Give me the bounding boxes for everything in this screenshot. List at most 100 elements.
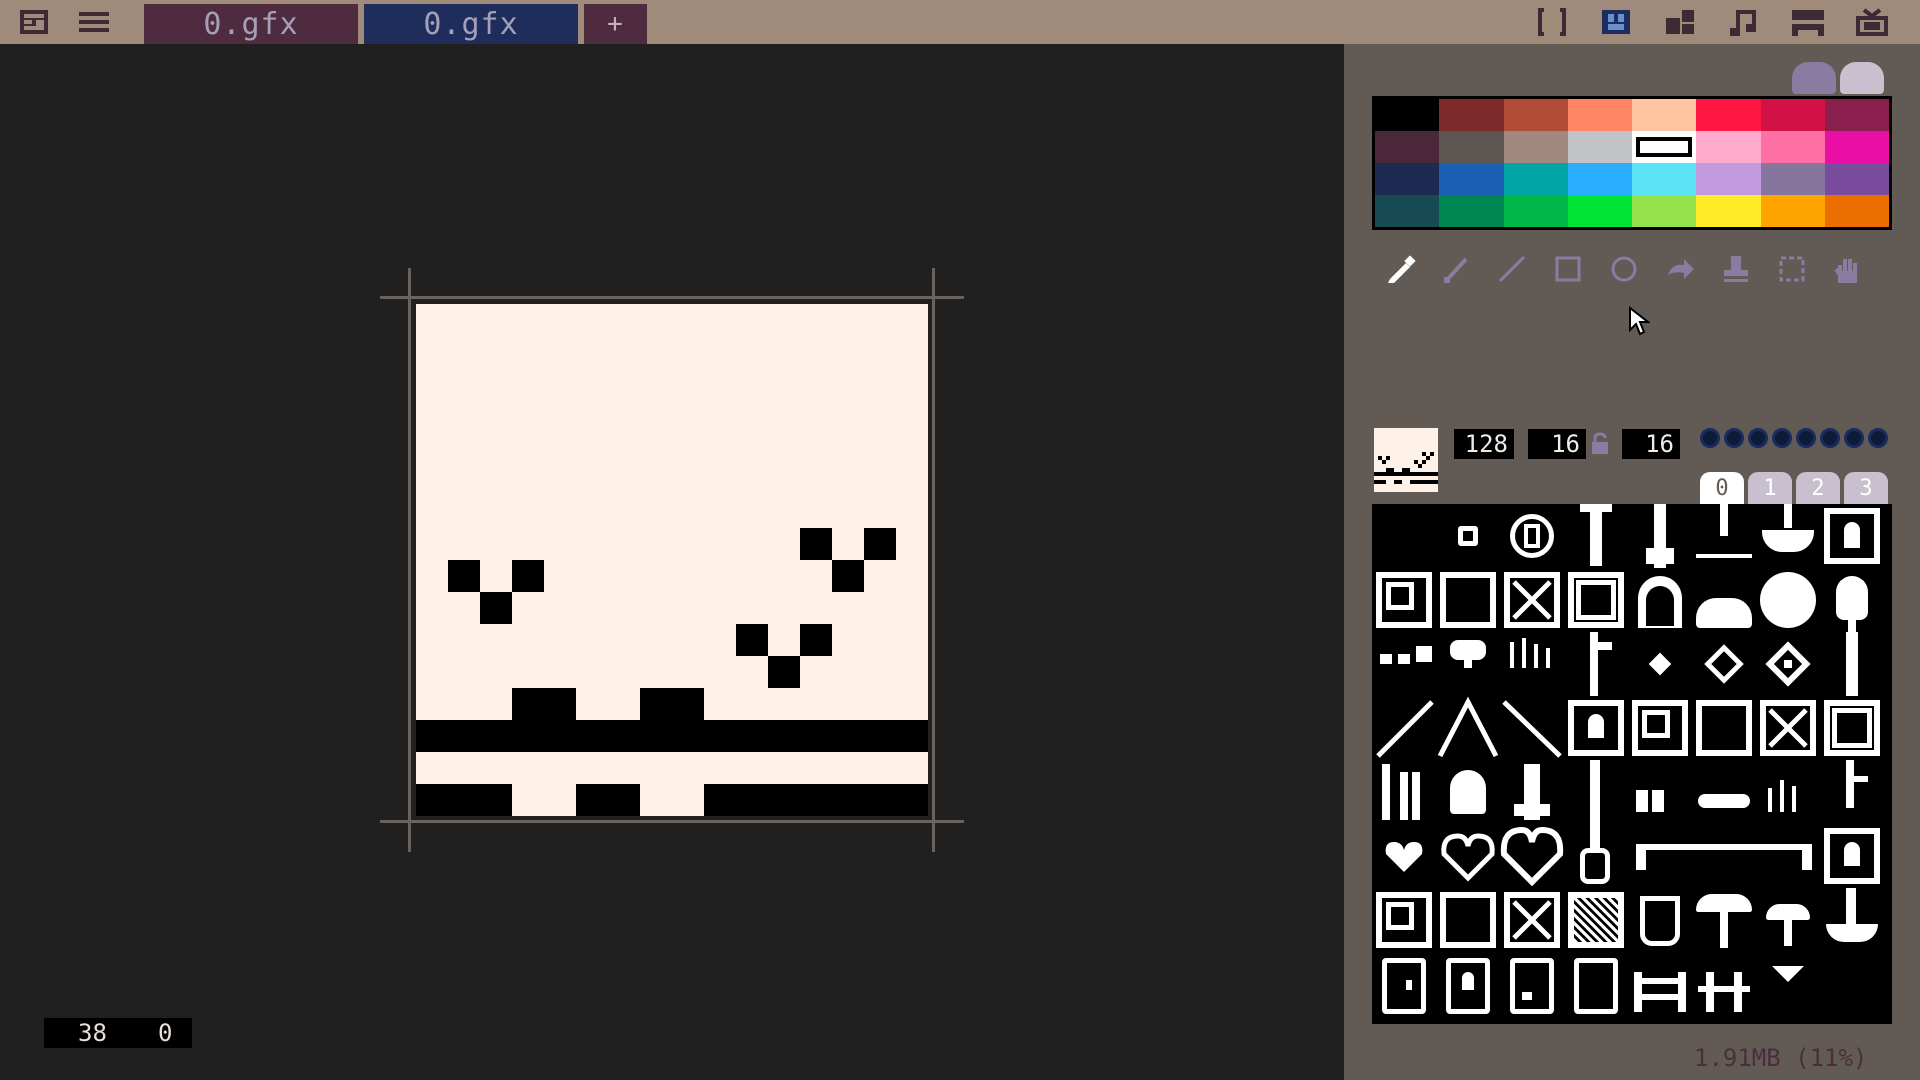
sprite-block-ring-2[interactable] (1628, 696, 1692, 760)
palette-swatch[interactable] (1439, 99, 1504, 131)
zoom-field[interactable]: 128 (1454, 429, 1514, 459)
export-icon[interactable] (1854, 6, 1890, 38)
palette-swatch[interactable] (1439, 163, 1504, 195)
flag-toggle-3[interactable] (1772, 428, 1792, 448)
sprite-bell[interactable] (1436, 760, 1500, 824)
stamp-icon[interactable] (1716, 249, 1756, 289)
palette-swatch[interactable] (1696, 99, 1761, 131)
sprite-mushroom-large[interactable] (1692, 888, 1756, 952)
sprite-block-plain-3[interactable] (1436, 888, 1500, 952)
sprite-block-cross-3[interactable] (1500, 888, 1564, 952)
palette-swatch[interactable] (1824, 195, 1889, 227)
sprite-chain-branch[interactable] (1692, 504, 1756, 568)
sprite-block-frame[interactable] (1564, 568, 1628, 632)
sprite-gate-arch[interactable] (1628, 568, 1692, 632)
music-editor-icon[interactable] (1790, 6, 1826, 38)
pan-icon[interactable] (1828, 249, 1868, 289)
sprite-rope-right[interactable] (1500, 696, 1564, 760)
palette-swatch[interactable] (1632, 195, 1697, 227)
palette-toggle-a[interactable] (1792, 62, 1836, 94)
sprite-chain-lamp[interactable] (1628, 504, 1692, 568)
sprite-heart-small[interactable] (1372, 824, 1436, 888)
palette-swatch-selected[interactable] (1632, 131, 1697, 163)
flag-toggle-0[interactable] (1700, 428, 1720, 448)
palette-swatch[interactable] (1503, 163, 1568, 195)
sprite-block-frame-2[interactable] (1820, 696, 1884, 760)
sprite-ladder[interactable] (1628, 952, 1692, 1016)
palette-swatch[interactable] (1824, 163, 1889, 195)
sprite-key-block-2[interactable] (1564, 696, 1628, 760)
sprite-grass[interactable] (1500, 632, 1564, 696)
sprite-gem-small[interactable] (1628, 632, 1692, 696)
sprite-vine-3[interactable] (1820, 760, 1884, 824)
sprite-block-cross-2[interactable] (1756, 696, 1820, 760)
lock-icon[interactable] (1590, 432, 1610, 460)
sprite-editor-icon[interactable] (1598, 6, 1634, 38)
flag-toggle-7[interactable] (1868, 428, 1888, 448)
sprite-block-mesh[interactable] (1564, 888, 1628, 952)
sprite-block-plain-2[interactable] (1692, 696, 1756, 760)
tab-file-2-active[interactable]: 0.gfx (364, 4, 578, 44)
sprite-bunny-ears[interactable] (1628, 760, 1692, 824)
sprite-door-1[interactable] (1372, 952, 1436, 1016)
menu-icon[interactable] (76, 6, 112, 38)
sprite-key-block[interactable] (1820, 504, 1884, 568)
sprite-thumbnail[interactable] (1374, 428, 1438, 492)
palette-swatch[interactable] (1439, 131, 1504, 163)
sprite-boulder[interactable] (1756, 568, 1820, 632)
sprite-door-3[interactable] (1500, 952, 1564, 1016)
sprite-heart-large[interactable] (1500, 824, 1564, 888)
sprite-rope-left[interactable] (1372, 696, 1436, 760)
sprite-ring-large[interactable] (1500, 504, 1564, 568)
flag-toggle-5[interactable] (1820, 428, 1840, 448)
rect-icon[interactable] (1548, 249, 1588, 289)
sprite-lantern[interactable] (1564, 824, 1628, 888)
sprite-ring-small[interactable] (1436, 504, 1500, 568)
sprite-diamond[interactable] (1756, 952, 1820, 1016)
palette-swatch[interactable] (1824, 99, 1889, 131)
circle-icon[interactable] (1604, 249, 1644, 289)
sprite-door-4[interactable] (1564, 952, 1628, 1016)
sprite-block-cross[interactable] (1500, 568, 1564, 632)
sprite-vine-2[interactable] (1564, 760, 1628, 824)
tab-sheet-3[interactable]: 3 (1844, 472, 1888, 504)
palette-swatch[interactable] (1760, 163, 1825, 195)
fill-icon[interactable] (1660, 249, 1700, 289)
palette-swatch[interactable] (1696, 131, 1761, 163)
palette-swatch[interactable] (1760, 99, 1825, 131)
sprite-block-ring-3[interactable] (1372, 888, 1436, 952)
sprite-chain-claw[interactable] (1756, 504, 1820, 568)
height-field[interactable]: 16 (1622, 429, 1680, 459)
sprite-key-block-3[interactable] (1820, 824, 1884, 888)
palette-swatch[interactable] (1375, 163, 1440, 195)
sprite-heart-outline[interactable] (1436, 824, 1500, 888)
sprite-canvas[interactable] (416, 304, 928, 816)
sprite-block-plain[interactable] (1436, 568, 1500, 632)
sprite-wings[interactable] (1692, 760, 1756, 824)
sprite-sheet[interactable] (1372, 504, 1892, 1024)
sprite-brazier[interactable] (1820, 888, 1884, 952)
palette-swatch[interactable] (1375, 131, 1440, 163)
palette-swatch[interactable] (1503, 99, 1568, 131)
palette-swatch[interactable] (1567, 163, 1632, 195)
sprite-block-ring[interactable] (1372, 568, 1436, 632)
palette-swatch[interactable] (1375, 195, 1440, 227)
sprite-flower[interactable] (1436, 632, 1500, 696)
palette-swatch[interactable] (1503, 195, 1568, 227)
tab-sheet-1[interactable]: 1 (1748, 472, 1792, 504)
pencil-icon[interactable] (1380, 249, 1420, 289)
palette-swatch[interactable] (1567, 99, 1632, 131)
sprite-gem-medium[interactable] (1692, 632, 1756, 696)
add-tab-button[interactable]: + (584, 4, 647, 44)
palette-swatch[interactable] (1632, 163, 1697, 195)
sprite-ladder-2[interactable] (1692, 952, 1756, 1016)
line-icon[interactable] (1492, 249, 1532, 289)
palette-swatch[interactable] (1696, 195, 1761, 227)
palette-swatch[interactable] (1503, 131, 1568, 163)
code-editor-icon[interactable] (1534, 6, 1570, 38)
sprite-door-2[interactable] (1436, 952, 1500, 1016)
sprite-mushroom-small[interactable] (1756, 888, 1820, 952)
palette-swatch[interactable] (1439, 195, 1504, 227)
sprite-bucket[interactable] (1628, 888, 1692, 952)
sprite-chain-vertical[interactable] (1820, 632, 1884, 696)
